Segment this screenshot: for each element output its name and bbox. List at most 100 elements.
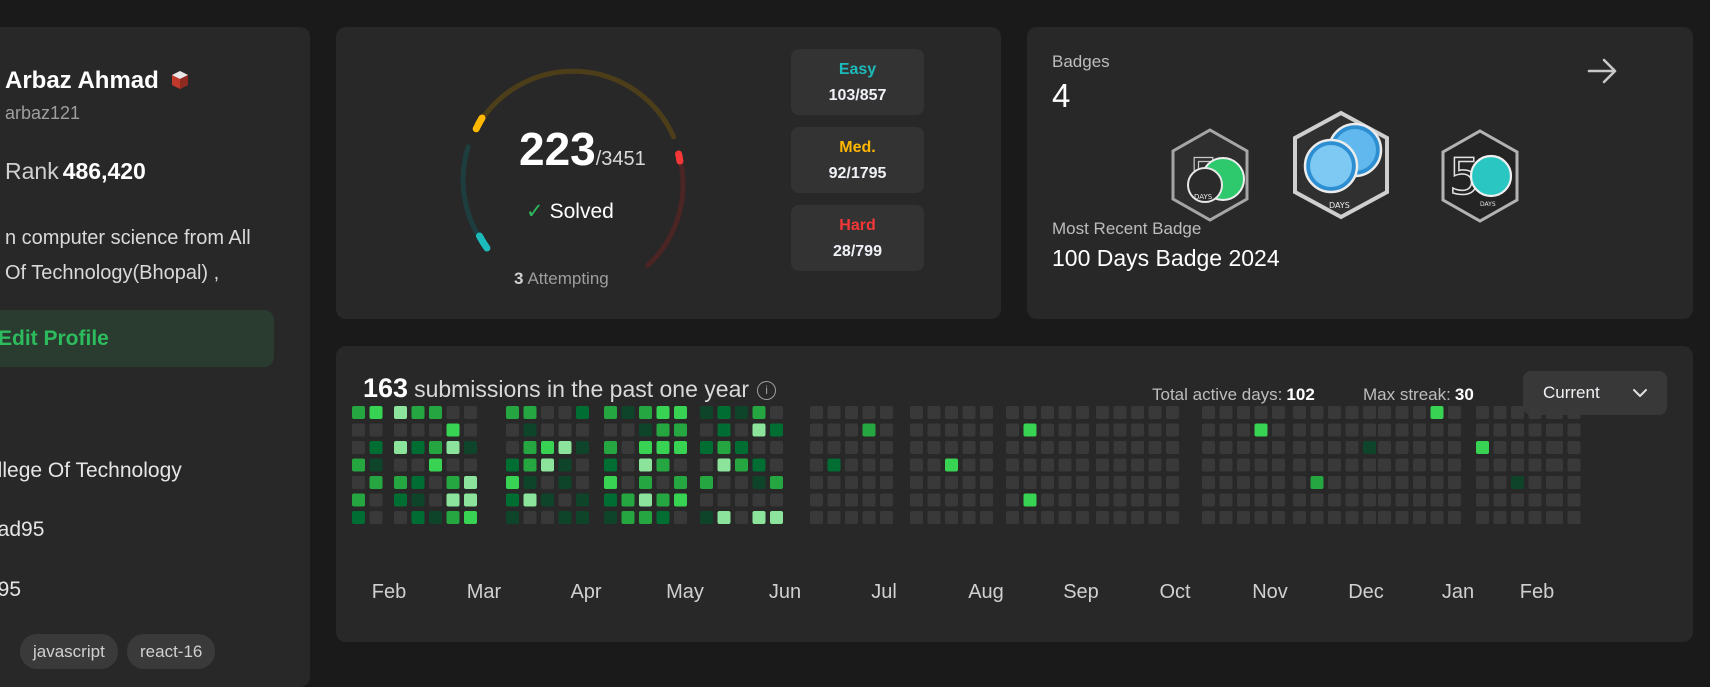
heatmap-cell[interactable] bbox=[1476, 423, 1489, 437]
heatmap-cell[interactable] bbox=[429, 511, 442, 524]
heatmap-cell[interactable] bbox=[910, 476, 923, 489]
heatmap-cell[interactable] bbox=[1272, 441, 1285, 454]
heatmap-cell[interactable] bbox=[1076, 441, 1089, 454]
heatmap-cell[interactable] bbox=[369, 493, 383, 507]
heatmap-cell[interactable] bbox=[1113, 493, 1127, 507]
heatmap-cell[interactable] bbox=[1148, 476, 1162, 489]
heatmap-cell[interactable] bbox=[735, 441, 748, 454]
heatmap-cell[interactable] bbox=[1023, 441, 1037, 454]
heatmap-cell[interactable] bbox=[1254, 406, 1268, 419]
heatmap-cell[interactable] bbox=[446, 441, 460, 454]
heatmap-cell[interactable] bbox=[1096, 458, 1109, 472]
heatmap-cell[interactable] bbox=[1395, 441, 1409, 454]
heatmap-cell[interactable] bbox=[752, 406, 766, 419]
heatmap-cell[interactable] bbox=[1378, 458, 1391, 472]
heatmap-cell[interactable] bbox=[1058, 406, 1072, 419]
heatmap-cell[interactable] bbox=[1166, 441, 1179, 454]
heatmap-cell[interactable] bbox=[523, 423, 537, 437]
heatmap-cell[interactable] bbox=[621, 406, 635, 419]
heatmap-cell[interactable] bbox=[541, 423, 554, 437]
heatmap-cell[interactable] bbox=[1328, 511, 1341, 524]
heatmap-cell[interactable] bbox=[558, 406, 572, 419]
heatmap-cell[interactable] bbox=[810, 441, 823, 454]
heatmap-cell[interactable] bbox=[541, 493, 554, 507]
heatmap-cell[interactable] bbox=[862, 441, 876, 454]
heatmap-cell[interactable] bbox=[752, 441, 766, 454]
heatmap-cell[interactable] bbox=[464, 511, 477, 524]
heatmap-cell[interactable] bbox=[1166, 511, 1179, 524]
heatmap-cell[interactable] bbox=[1202, 493, 1215, 507]
heatmap-cell[interactable] bbox=[980, 511, 993, 524]
heatmap-cell[interactable] bbox=[1293, 406, 1306, 419]
heatmap-cell[interactable] bbox=[1550, 476, 1563, 489]
heatmap-cell[interactable] bbox=[980, 406, 993, 419]
heatmap-cell[interactable] bbox=[1345, 423, 1359, 437]
heatmap-cell[interactable] bbox=[1448, 493, 1461, 507]
heatmap-cell[interactable] bbox=[411, 511, 425, 524]
heatmap-cell[interactable] bbox=[1237, 406, 1250, 419]
heatmap-cell[interactable] bbox=[394, 423, 407, 437]
skill-tag-javascript[interactable]: javascript bbox=[20, 634, 118, 669]
heatmap-cell[interactable] bbox=[945, 511, 958, 524]
heatmap-cell[interactable] bbox=[558, 458, 572, 472]
heatmap-cell[interactable] bbox=[1310, 406, 1324, 419]
heatmap-cell[interactable] bbox=[1328, 423, 1341, 437]
heatmap-cell[interactable] bbox=[1511, 476, 1524, 489]
heatmap-cell[interactable] bbox=[1378, 493, 1391, 507]
heatmap-cell[interactable] bbox=[369, 423, 383, 437]
heatmap-cell[interactable] bbox=[1148, 423, 1162, 437]
heatmap-cell[interactable] bbox=[735, 458, 748, 472]
heatmap-cell[interactable] bbox=[1096, 511, 1109, 524]
heatmap-cell[interactable] bbox=[429, 423, 442, 437]
heatmap-cell[interactable] bbox=[506, 423, 519, 437]
heatmap-cell[interactable] bbox=[1328, 441, 1341, 454]
heatmap-cell[interactable] bbox=[717, 406, 731, 419]
heatmap-cell[interactable] bbox=[827, 458, 841, 472]
heatmap-cell[interactable] bbox=[927, 441, 941, 454]
heatmap-cell[interactable] bbox=[604, 458, 617, 472]
heatmap-cell[interactable] bbox=[700, 406, 713, 419]
heatmap-cell[interactable] bbox=[1550, 423, 1563, 437]
heatmap-cell[interactable] bbox=[1254, 423, 1268, 437]
heatmap-cell[interactable] bbox=[674, 423, 687, 437]
heatmap-cell[interactable] bbox=[1293, 441, 1306, 454]
heatmap-cell[interactable] bbox=[1448, 406, 1461, 419]
heatmap-cell[interactable] bbox=[1041, 406, 1054, 419]
heatmap-cell[interactable] bbox=[621, 441, 635, 454]
heatmap-cell[interactable] bbox=[1528, 441, 1542, 454]
heatmap-cell[interactable] bbox=[1202, 458, 1215, 472]
heatmap-cell[interactable] bbox=[910, 423, 923, 437]
heatmap-cell[interactable] bbox=[1310, 423, 1324, 437]
heatmap-cell[interactable] bbox=[700, 511, 713, 524]
heatmap-cell[interactable] bbox=[1023, 511, 1037, 524]
heatmap-cell[interactable] bbox=[1237, 511, 1250, 524]
heatmap-cell[interactable] bbox=[980, 458, 993, 472]
heatmap-cell[interactable] bbox=[1006, 511, 1019, 524]
heatmap-cell[interactable] bbox=[352, 511, 365, 524]
heatmap-cell[interactable] bbox=[576, 493, 589, 507]
heatmap-cell[interactable] bbox=[1345, 493, 1359, 507]
heatmap-cell[interactable] bbox=[604, 511, 617, 524]
heatmap-cell[interactable] bbox=[880, 458, 893, 472]
heatmap-cell[interactable] bbox=[674, 476, 687, 489]
skill-tag-react[interactable]: react-16 bbox=[127, 634, 216, 669]
heatmap-cell[interactable] bbox=[369, 476, 383, 489]
heatmap-cell[interactable] bbox=[621, 476, 635, 489]
heatmap-cell[interactable] bbox=[735, 493, 748, 507]
heatmap-cell[interactable] bbox=[604, 406, 617, 419]
heatmap-cell[interactable] bbox=[1096, 476, 1109, 489]
heatmap-cell[interactable] bbox=[446, 511, 460, 524]
heatmap-cell[interactable] bbox=[845, 441, 858, 454]
heatmap-cell[interactable] bbox=[523, 493, 537, 507]
heatmap-cell[interactable] bbox=[352, 458, 365, 472]
heatmap-cell[interactable] bbox=[845, 406, 858, 419]
heatmap-cell[interactable] bbox=[656, 423, 670, 437]
heatmap-cell[interactable] bbox=[880, 441, 893, 454]
heatmap-cell[interactable] bbox=[770, 511, 783, 524]
heatmap-cell[interactable] bbox=[962, 441, 976, 454]
heatmap-cell[interactable] bbox=[1493, 458, 1507, 472]
heatmap-cell[interactable] bbox=[1328, 458, 1341, 472]
heatmap-cell[interactable] bbox=[639, 441, 652, 454]
heatmap-cell[interactable] bbox=[1567, 476, 1581, 489]
heatmap-cell[interactable] bbox=[1493, 493, 1507, 507]
